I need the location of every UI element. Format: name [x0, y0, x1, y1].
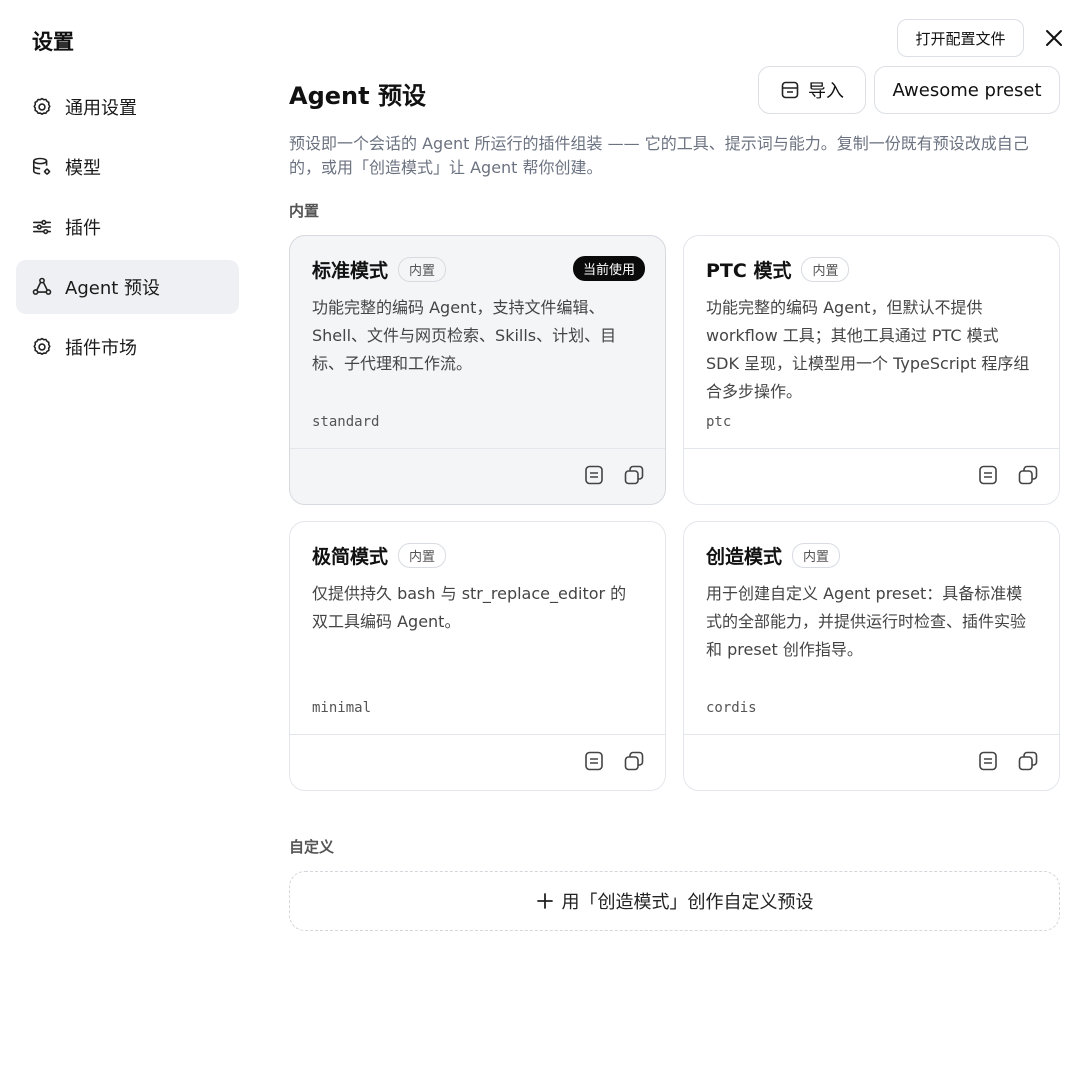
- preset-card-minimal[interactable]: 极简模式 内置 仅提供持久 bash 与 str_replace_editor …: [289, 521, 666, 791]
- preset-id: ptc: [706, 414, 732, 430]
- copy-icon[interactable]: [1017, 464, 1039, 486]
- copy-icon[interactable]: [1017, 750, 1039, 772]
- preset-description: 仅提供持久 bash 与 str_replace_editor 的双工具编码 A…: [312, 584, 627, 631]
- view-details-icon[interactable]: [977, 750, 999, 772]
- sidebar-item-label: 插件市场: [65, 338, 137, 359]
- preset-id: standard: [312, 414, 380, 430]
- preset-id: cordis: [706, 700, 757, 716]
- builtin-badge: 内置: [398, 543, 447, 568]
- settings-window: 设置 通用设置 模型 插件 Agent 预设 插件市场 打开配置文件 Agent…: [0, 0, 1080, 1079]
- builtin-badge: 内置: [792, 543, 841, 568]
- preset-description: 功能完整的编码 Agent，支持文件编辑、Shell、文件与网页检索、Skill…: [312, 298, 617, 373]
- preset-title: 创造模式: [706, 546, 783, 568]
- preset-card-cordis[interactable]: 创造模式 内置 用于创建自定义 Agent preset：具备标准模式的全部能力…: [683, 521, 1060, 791]
- custom-section-label: 自定义: [289, 838, 335, 856]
- card-divider: [684, 734, 1059, 735]
- gear-icon: [31, 96, 53, 118]
- import-label: 导入: [808, 81, 844, 102]
- page-description: 预设即一个会话的 Agent 所运行的插件组装 —— 它的工具、提示词与能力。复…: [289, 134, 1029, 177]
- view-details-icon[interactable]: [977, 464, 999, 486]
- preset-description: 用于创建自定义 Agent preset：具备标准模式的全部能力，并提供运行时检…: [706, 584, 1027, 659]
- builtin-section-label: 内置: [289, 202, 320, 220]
- preset-title: 标准模式: [312, 260, 389, 282]
- sidebar-item-label: 通用设置: [65, 98, 137, 119]
- preset-description: 功能完整的编码 Agent，但默认不提供 workflow 工具；其他工具通过 …: [706, 298, 1030, 401]
- import-icon: [780, 80, 800, 100]
- sidebar-item-label: 插件: [65, 218, 101, 239]
- page-title: Agent 预设: [289, 82, 426, 110]
- sidebar-item-agent-presets[interactable]: Agent 预设: [16, 260, 239, 314]
- view-details-icon[interactable]: [583, 750, 605, 772]
- close-button[interactable]: [1040, 24, 1068, 52]
- card-divider: [684, 448, 1059, 449]
- sidebar-title: 设置: [32, 30, 74, 54]
- sidebar-item-general[interactable]: 通用设置: [16, 80, 239, 134]
- card-divider: [290, 734, 665, 735]
- awesome-preset-button[interactable]: Awesome preset: [874, 66, 1060, 114]
- open-config-button[interactable]: 打开配置文件: [897, 19, 1024, 57]
- preset-title: 极简模式: [312, 546, 389, 568]
- create-custom-preset-button[interactable]: 用「创造模式」创作自定义预设: [289, 871, 1060, 931]
- database-gear-icon: [31, 156, 53, 178]
- sidebar-item-label: Agent 预设: [65, 278, 161, 299]
- copy-icon[interactable]: [623, 750, 645, 772]
- view-details-icon[interactable]: [583, 464, 605, 486]
- preset-title: PTC 模式: [706, 260, 792, 282]
- agent-nodes-icon: [31, 276, 53, 298]
- sidebar-item-marketplace[interactable]: 插件市场: [16, 320, 239, 374]
- copy-icon[interactable]: [623, 464, 645, 486]
- sidebar-item-models[interactable]: 模型: [16, 140, 239, 194]
- create-label: 用「创造模式」创作自定义预设: [561, 892, 814, 913]
- sidebar-item-plugins[interactable]: 插件: [16, 200, 239, 254]
- sidebar-item-label: 模型: [65, 158, 101, 179]
- preset-id: minimal: [312, 700, 372, 716]
- current-badge: 当前使用: [572, 256, 645, 281]
- sidebar-nav: 通用设置 模型 插件 Agent 预设 插件市场: [16, 80, 239, 380]
- card-divider: [290, 448, 665, 449]
- close-icon: [1044, 28, 1064, 48]
- import-button[interactable]: 导入: [758, 66, 866, 114]
- gear-icon: [31, 336, 53, 358]
- sidebar: 设置 通用设置 模型 插件 Agent 预设 插件市场: [0, 0, 255, 1079]
- preset-card-ptc[interactable]: PTC 模式 内置 功能完整的编码 Agent，但默认不提供 workflow …: [683, 235, 1060, 505]
- plus-icon: [536, 892, 554, 910]
- builtin-badge: 内置: [398, 257, 447, 282]
- sliders-icon: [31, 216, 53, 238]
- builtin-badge: 内置: [801, 257, 850, 282]
- preset-card-standard[interactable]: 标准模式 内置 当前使用 功能完整的编码 Agent，支持文件编辑、Shell、…: [289, 235, 666, 505]
